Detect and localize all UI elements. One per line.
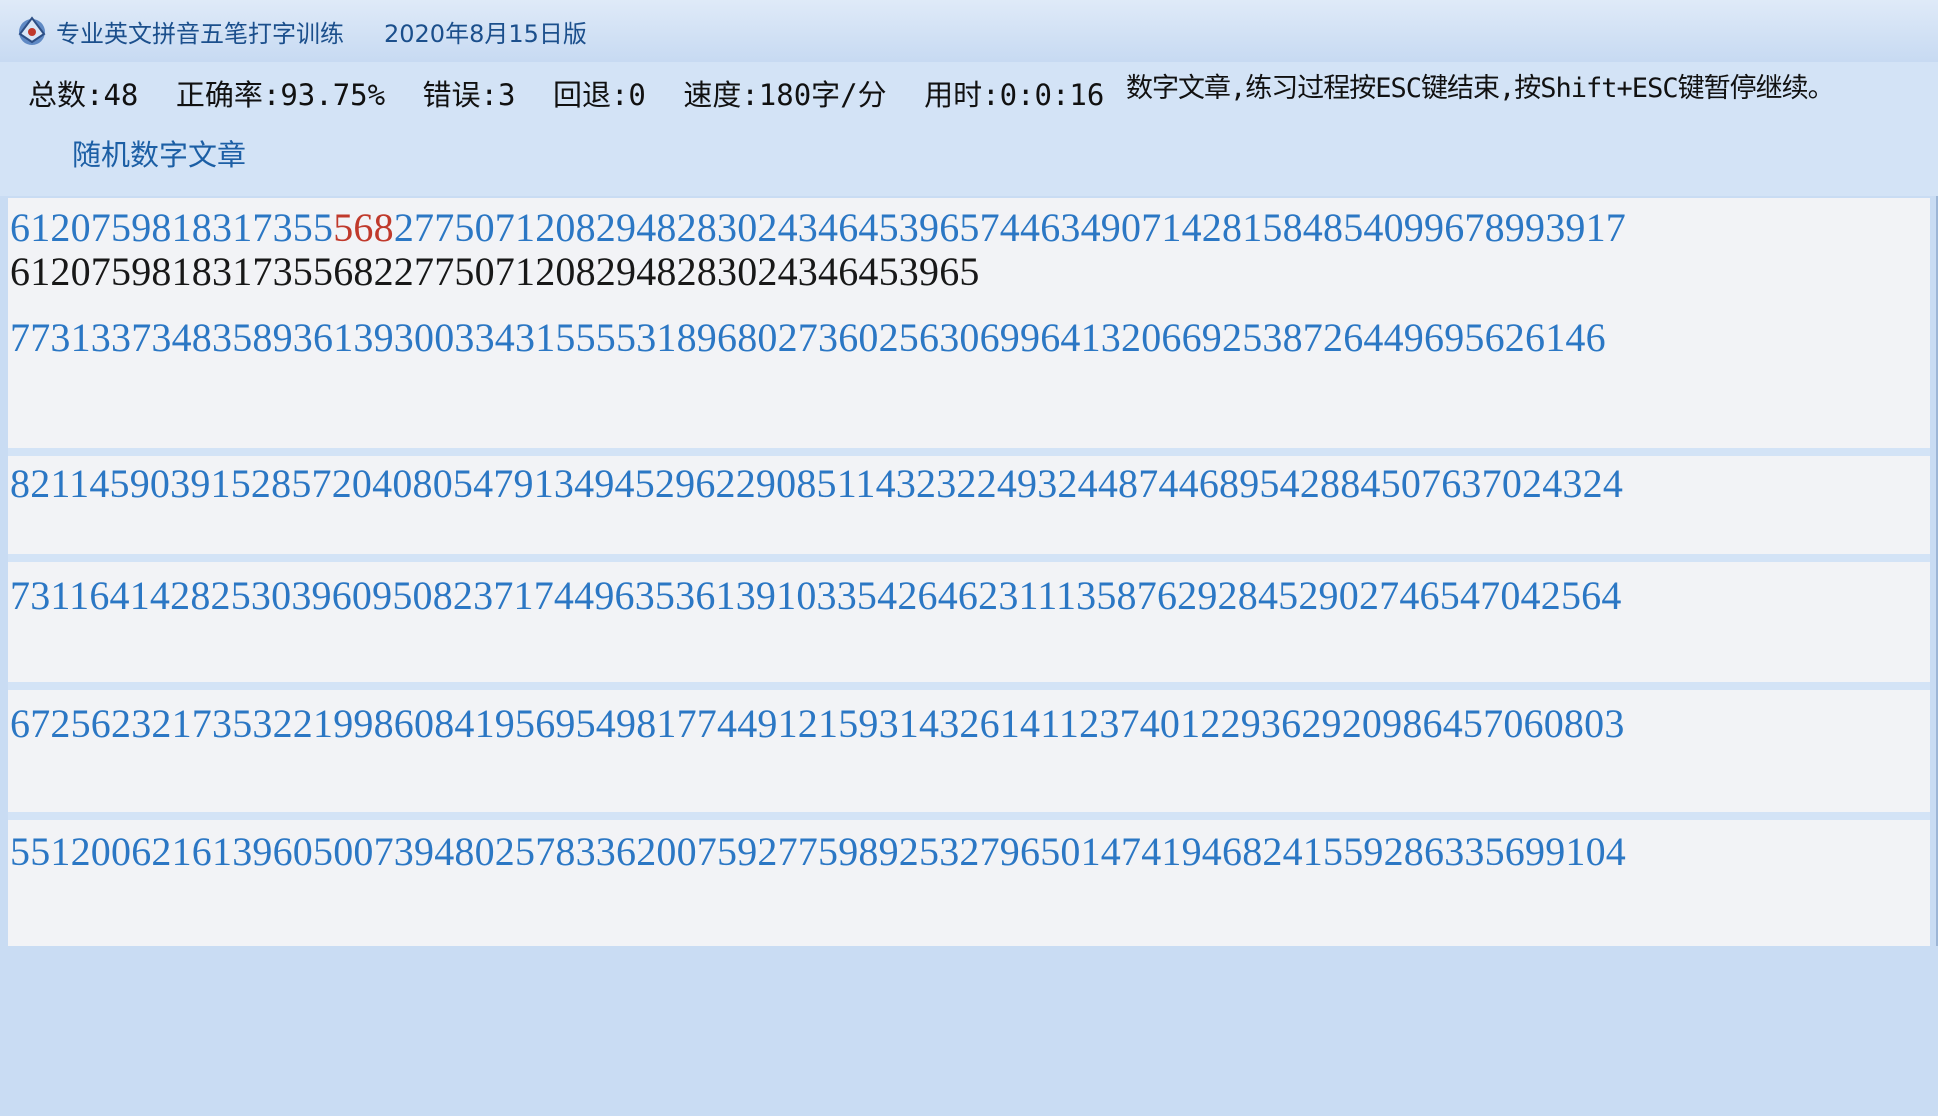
source-correct-part: 6120759818317355 xyxy=(10,205,334,250)
stat-accuracy: 正确率:93.75% xyxy=(175,78,386,112)
source-remaining-part: 2775071208294828302434645396574463490714… xyxy=(393,205,1627,250)
window-title: 专业英文拼音五笔打字训练 xyxy=(56,20,344,48)
source-error-part: 568 xyxy=(333,205,394,250)
title-bar[interactable]: 专业英文拼音五笔打字训练 2020年8月15日版 xyxy=(0,0,1938,62)
stats-panel: 总数:48 正确率:93.75% 错误:3 回退:0 速度:180字/分 用时:… xyxy=(0,62,1938,196)
line-separator xyxy=(8,682,1930,690)
practice-block: 8211459039152857204080547913494529622908… xyxy=(8,456,1930,555)
bottom-empty-area xyxy=(0,946,1938,1116)
source-line: 8211459039152857204080547913494529622908… xyxy=(10,461,1624,506)
random-article-link[interactable]: 随机数字文章 xyxy=(72,132,246,174)
practice-block: 5512006216139605007394802578336200759277… xyxy=(8,820,1930,947)
line-separator xyxy=(8,812,1930,820)
line-separator xyxy=(8,554,1930,562)
source-line: 7311641428253039609508237174496353613910… xyxy=(10,573,1622,618)
practice-area[interactable]: 6120759818317355568277507120829482830243… xyxy=(8,198,1930,947)
stat-speed: 速度:180字/分 xyxy=(683,78,887,112)
practice-block: 7731337348358936139300334315555318968027… xyxy=(8,298,1930,449)
stat-total: 总数:48 xyxy=(28,78,139,112)
practice-block: 6725623217353221998608419569549817744912… xyxy=(8,690,1930,813)
practice-block: 7311641428253039609508237174496353613910… xyxy=(8,562,1930,683)
stat-elapsed: 用时:0:0:16 xyxy=(924,78,1105,112)
source-line: 5512006216139605007394802578336200759277… xyxy=(10,829,1626,874)
stats-line: 总数:48 正确率:93.75% 错误:3 回退:0 速度:180字/分 用时:… xyxy=(28,72,1124,114)
source-line: 6120759818317355568277507120829482830243… xyxy=(10,204,1626,251)
app-logo-icon xyxy=(18,16,46,45)
source-line: 6725623217353221998608419569549817744912… xyxy=(10,701,1625,746)
stat-backspaces: 回退:0 xyxy=(552,78,646,112)
line-separator xyxy=(8,448,1930,456)
typed-line[interactable]: 6120759818317355682277507120829482830243… xyxy=(10,248,980,295)
app-window: 专业英文拼音五笔打字训练 2020年8月15日版 总数:48 正确率:93.75… xyxy=(0,0,1938,1116)
version-label: 2020年8月15日版 xyxy=(384,20,587,48)
practice-block: 6120759818317355568277507120829482830243… xyxy=(8,198,1930,299)
source-line: 7731337348358936139300334315555318968027… xyxy=(10,315,1606,360)
stat-errors: 错误:3 xyxy=(422,78,516,112)
instruction-text: 数字文章,练习过程按ESC键结束,按Shift+ESC键暂停继续。 xyxy=(1126,73,1835,104)
